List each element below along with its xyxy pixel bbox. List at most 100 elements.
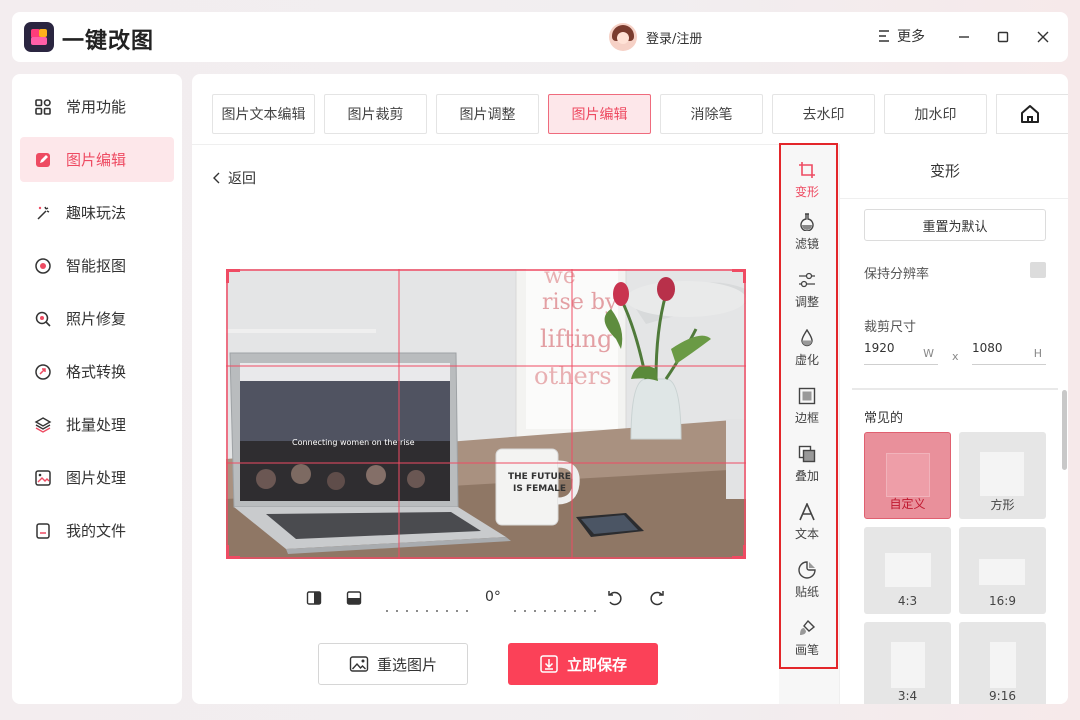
rotation-value: 0° bbox=[485, 589, 501, 605]
convert-icon bbox=[34, 363, 52, 381]
user-avatar[interactable] bbox=[609, 23, 637, 51]
sidebar-item-label: 图片处理 bbox=[66, 469, 127, 487]
more-menu-button[interactable]: 更多 bbox=[877, 26, 925, 46]
sidebar-item-fun[interactable]: 趣味玩法 bbox=[20, 190, 174, 235]
ratio-9-16[interactable]: 9:16 bbox=[959, 622, 1046, 704]
panel-scrollbar[interactable] bbox=[1062, 390, 1067, 470]
download-icon bbox=[540, 655, 558, 673]
save-label: 立即保存 bbox=[566, 655, 627, 674]
close-button[interactable] bbox=[1031, 25, 1055, 49]
tab-image-adjust[interactable]: 图片调整 bbox=[436, 94, 539, 134]
tab-eraser[interactable]: 消除笔 bbox=[660, 94, 763, 134]
ratio-label: 自定义 bbox=[889, 497, 926, 511]
photo-canvas[interactable]: we rise by lifting others Connecting wom… bbox=[226, 269, 746, 559]
panel-divider bbox=[840, 198, 1068, 199]
sidebar-item-label: 我的文件 bbox=[66, 522, 127, 540]
menu-icon bbox=[879, 30, 889, 42]
ratio-4-3[interactable]: 4:3 bbox=[864, 527, 951, 614]
sidebar-item-label: 照片修复 bbox=[66, 310, 127, 328]
flip-vertical-icon[interactable] bbox=[346, 590, 362, 606]
login-link[interactable]: 登录/注册 bbox=[646, 28, 702, 47]
ratio-custom[interactable]: 自定义 bbox=[864, 432, 951, 519]
rotate-left-icon[interactable] bbox=[606, 589, 624, 607]
mug-text-1: THE FUTURE bbox=[508, 472, 571, 482]
rotation-controls: 0° bbox=[302, 586, 672, 612]
ratio-label: 16:9 bbox=[989, 594, 1016, 608]
save-now-button[interactable]: 立即保存 bbox=[508, 643, 658, 685]
tab-image-text-edit[interactable]: 图片文本编辑 bbox=[212, 94, 315, 134]
crop-handle-top-left[interactable] bbox=[226, 269, 240, 283]
maximize-button[interactable] bbox=[991, 25, 1015, 49]
close-icon bbox=[1037, 31, 1049, 43]
reset-default-button[interactable]: 重置为默认 bbox=[864, 209, 1046, 241]
app-title: 一键改图 bbox=[62, 29, 155, 54]
back-label: 返回 bbox=[228, 171, 256, 187]
magic-wand-icon bbox=[34, 204, 52, 222]
crop-handle-top-right[interactable] bbox=[732, 269, 746, 283]
sidebar-item-label: 图片编辑 bbox=[66, 151, 127, 169]
minimize-button[interactable] bbox=[952, 25, 976, 49]
dimension-separator: x bbox=[952, 350, 959, 363]
sidebar-item-convert[interactable]: 格式转换 bbox=[20, 349, 174, 394]
reselect-image-button[interactable]: 重选图片 bbox=[318, 643, 468, 685]
image-icon bbox=[34, 469, 52, 487]
chevron-left-icon bbox=[213, 172, 220, 184]
edit-icon bbox=[34, 151, 52, 169]
sidebar-item-batch[interactable]: 批量处理 bbox=[20, 402, 174, 447]
sidebar-item-label: 趣味玩法 bbox=[66, 204, 127, 222]
grid-icon bbox=[34, 98, 52, 116]
rotation-slider-right[interactable] bbox=[514, 597, 604, 612]
sidebar: 常用功能 图片编辑 趣味玩法 智能抠图 照片修复 格式转换 批量处理 图片处理 … bbox=[12, 74, 182, 704]
sidebar-item-repair[interactable]: 照片修复 bbox=[20, 296, 174, 341]
common-ratios-label: 常见的 bbox=[864, 411, 904, 426]
ratio-square[interactable]: 方形 bbox=[959, 432, 1046, 519]
layers-icon bbox=[34, 416, 52, 434]
tool-column-highlight bbox=[779, 143, 838, 669]
maximize-icon bbox=[997, 31, 1009, 43]
keep-resolution-label: 保持分辨率 bbox=[864, 267, 930, 282]
more-label: 更多 bbox=[897, 29, 925, 45]
file-icon bbox=[34, 522, 52, 540]
rotate-right-icon[interactable] bbox=[648, 589, 666, 607]
panel-title: 变形 bbox=[929, 162, 960, 180]
sidebar-item-my-files[interactable]: 我的文件 bbox=[20, 508, 174, 553]
photo-image: we rise by lifting others Connecting wom… bbox=[226, 269, 746, 559]
ratio-label: 4:3 bbox=[897, 594, 918, 608]
title-bar: 一键改图 登录/注册 更多 bbox=[12, 12, 1068, 62]
poster-text-2: rise by bbox=[542, 290, 618, 315]
crop-handle-bottom-right[interactable] bbox=[732, 545, 746, 559]
reselect-label: 重选图片 bbox=[376, 655, 437, 674]
ratio-3-4[interactable]: 3:4 bbox=[864, 622, 951, 704]
home-icon bbox=[1021, 105, 1039, 123]
poster-text-3: lifting bbox=[540, 325, 612, 353]
sidebar-item-label: 格式转换 bbox=[66, 363, 127, 381]
crop-height-value: 1080 bbox=[972, 341, 1003, 355]
crop-width-input[interactable]: 1920 W bbox=[864, 341, 938, 365]
sidebar-item-image-process[interactable]: 图片处理 bbox=[20, 455, 174, 500]
tab-remove-watermark[interactable]: 去水印 bbox=[772, 94, 875, 134]
ratio-16-9[interactable]: 16:9 bbox=[959, 527, 1046, 614]
crop-handle-bottom-left[interactable] bbox=[226, 545, 240, 559]
home-button[interactable] bbox=[996, 94, 1068, 134]
sidebar-item-image-edit[interactable]: 图片编辑 bbox=[20, 137, 174, 182]
image-icon bbox=[349, 656, 369, 672]
laptop-screen-text: Connecting women on the rise bbox=[292, 438, 415, 447]
crop-size-label: 裁剪尺寸 bbox=[864, 320, 917, 335]
tab-image-crop[interactable]: 图片裁剪 bbox=[324, 94, 427, 134]
tab-add-watermark[interactable]: 加水印 bbox=[884, 94, 987, 134]
minimize-icon bbox=[959, 36, 969, 38]
app-logo bbox=[24, 22, 54, 52]
tab-image-edit[interactable]: 图片编辑 bbox=[548, 94, 651, 134]
flip-horizontal-icon[interactable] bbox=[306, 590, 322, 606]
rotation-slider-left[interactable] bbox=[386, 597, 476, 612]
ratio-label: 3:4 bbox=[897, 689, 918, 703]
height-unit: H bbox=[1033, 347, 1042, 360]
keep-resolution-checkbox[interactable] bbox=[1030, 262, 1046, 278]
sidebar-item-common[interactable]: 常用功能 bbox=[20, 84, 174, 129]
crop-width-value: 1920 bbox=[864, 341, 895, 355]
back-button[interactable]: 返回 bbox=[212, 168, 256, 188]
sidebar-item-cutout[interactable]: 智能抠图 bbox=[20, 243, 174, 288]
poster-text-1: we bbox=[544, 269, 576, 289]
main-panel: 图片文本编辑 图片裁剪 图片调整 图片编辑 消除笔 去水印 加水印 返回 we … bbox=[192, 74, 1068, 704]
crop-height-input[interactable]: 1080 H bbox=[972, 341, 1046, 365]
